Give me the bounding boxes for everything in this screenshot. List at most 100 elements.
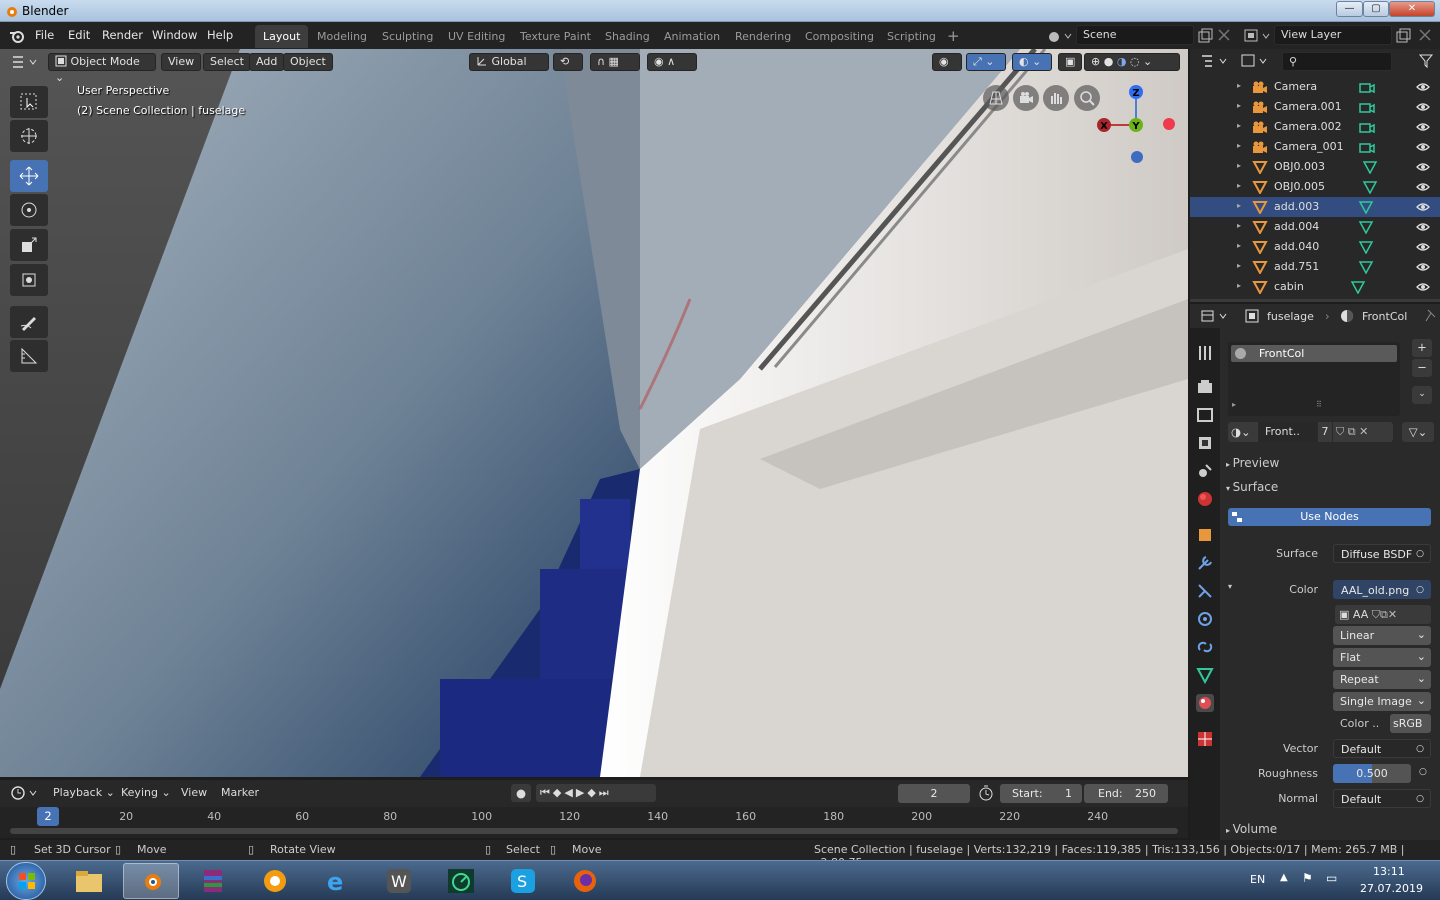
camera-data-icon[interactable] — [1358, 100, 1376, 114]
outliner-row[interactable]: ▸ add.004 — [1190, 217, 1440, 237]
color-image-field[interactable]: AAL_old.png ○ — [1333, 580, 1431, 599]
wireframe-shading-icon[interactable]: ⊕ — [1091, 55, 1100, 68]
new-scene-icon[interactable] — [1197, 28, 1213, 44]
eye-icon[interactable] — [1416, 121, 1430, 133]
expand-arrow-icon[interactable]: ▸ — [1237, 261, 1241, 270]
jump-start-icon[interactable]: ⏮ — [540, 786, 553, 799]
world-tab-icon[interactable] — [1196, 490, 1214, 508]
eye-icon[interactable] — [1416, 261, 1430, 273]
physics-tab-icon[interactable] — [1196, 610, 1214, 628]
language-indicator[interactable]: EN — [1250, 873, 1265, 886]
constraints-tab-icon[interactable] — [1196, 638, 1214, 656]
outliner-row[interactable]: ▸ Camera.001 — [1190, 97, 1440, 117]
menu-render[interactable]: Render — [102, 28, 143, 42]
source-dropdown[interactable]: Single Image ⌄ — [1333, 692, 1431, 711]
view-layer-tab-icon[interactable] — [1196, 434, 1214, 452]
measure-tool[interactable] — [10, 340, 48, 372]
expand-list-icon[interactable]: ▸ — [1232, 400, 1236, 409]
colorspace-dropdown[interactable]: sRGB — [1390, 714, 1431, 733]
menu-view[interactable]: View — [161, 53, 202, 71]
surface-shader-field[interactable]: Diffuse BSDF ○ — [1333, 544, 1431, 563]
current-frame-field[interactable]: 2 — [898, 784, 970, 803]
outliner-row[interactable]: ▸ add.751 — [1190, 257, 1440, 277]
eye-icon[interactable] — [1416, 181, 1430, 193]
outliner-row[interactable]: ▸ add.003 — [1190, 197, 1440, 217]
context-material-name[interactable]: FrontCol — [1362, 310, 1407, 323]
timeline-editor[interactable]: Playback ⌄ Keying ⌄ View Marker ● ⏮◆◀▶◆⏭… — [0, 780, 1188, 838]
mesh-data-icon[interactable] — [1362, 160, 1378, 174]
display-mode-icon[interactable] — [1240, 53, 1270, 69]
menu-marker[interactable]: Marker — [221, 786, 259, 799]
annotate-tool[interactable] — [10, 306, 48, 338]
tab-rendering[interactable]: Rendering — [727, 25, 799, 48]
outliner-search-input[interactable]: ⚲ — [1282, 52, 1392, 71]
menu-timeline-view[interactable]: View — [181, 786, 207, 799]
outliner-row[interactable]: ▸ OBJ0.003 — [1190, 157, 1440, 177]
slot-specials-button[interactable]: ⌄ — [1412, 386, 1432, 404]
tab-modeling[interactable]: Modeling — [309, 25, 375, 48]
menu-window[interactable]: Window — [152, 28, 197, 42]
transform-orientation-dropdown[interactable]: Global — [469, 53, 549, 71]
play-reverse-icon[interactable]: ◀ — [564, 786, 575, 799]
prev-keyframe-icon[interactable]: ◆ — [553, 786, 564, 799]
menu-keying[interactable]: Keying ⌄ — [121, 786, 171, 799]
menu-select[interactable]: Select — [203, 53, 251, 71]
solid-shading-icon[interactable]: ● — [1104, 55, 1114, 68]
mesh-data-icon[interactable] — [1358, 220, 1374, 234]
expand-arrow-icon[interactable]: ▸ — [1237, 141, 1241, 150]
tab-compositing[interactable]: Compositing — [797, 25, 882, 48]
taskbar-ie[interactable]: e — [309, 863, 365, 899]
mesh-data-icon[interactable] — [1358, 240, 1374, 254]
close-button[interactable]: ✕ — [1389, 1, 1435, 17]
mesh-data-icon[interactable] — [1358, 260, 1374, 274]
blender-menu-icon[interactable] — [9, 28, 25, 44]
rotate-tool[interactable] — [10, 194, 48, 226]
menu-edit[interactable]: Edit — [68, 28, 90, 42]
remove-slot-button[interactable]: − — [1412, 359, 1432, 377]
editor-type-icon[interactable] — [10, 53, 40, 71]
scale-tool[interactable] — [10, 229, 48, 261]
menu-file[interactable]: File — [35, 28, 54, 42]
playback-controls[interactable]: ⏮◆◀▶◆⏭ — [536, 784, 656, 802]
outliner-row[interactable]: ▸ cabin — [1190, 277, 1440, 297]
object-tab-icon[interactable] — [1196, 526, 1214, 544]
delete-view-layer-icon[interactable] — [1418, 28, 1432, 42]
transform-tool[interactable] — [10, 264, 48, 296]
eye-icon[interactable] — [1416, 141, 1430, 153]
expand-arrow-icon[interactable]: ▸ — [1237, 121, 1241, 130]
list-resize-handle[interactable]: ⠿ — [1316, 400, 1322, 409]
image-actions-icon[interactable]: ⛉⧉✕ — [1372, 608, 1397, 621]
play-icon[interactable]: ▶ — [576, 786, 587, 799]
expand-arrow-icon[interactable]: ▸ — [1237, 241, 1241, 250]
roughness-slider[interactable]: 0.500 — [1333, 764, 1411, 783]
material-shading-icon[interactable]: ◑ — [1117, 55, 1127, 68]
view-layer-field[interactable]: View Layer — [1274, 25, 1392, 45]
snap-toggle[interactable]: ∩ ▦ — [590, 53, 640, 71]
outliner-row[interactable]: ▸ add.040 — [1190, 237, 1440, 257]
overlay-toggle[interactable]: ◐ ⌄ — [1012, 53, 1052, 71]
eye-icon[interactable] — [1416, 201, 1430, 213]
new-view-layer-icon[interactable] — [1395, 28, 1411, 44]
pan-view-button[interactable] — [1043, 85, 1069, 111]
expand-arrow-icon[interactable]: ▸ — [1237, 161, 1241, 170]
network-icon[interactable]: ⚑ — [1302, 871, 1313, 885]
expand-arrow-icon[interactable]: ▸ — [1237, 81, 1241, 90]
taskbar-w-app[interactable]: W — [371, 863, 427, 899]
cursor-tool[interactable] — [10, 120, 48, 152]
camera-data-icon[interactable] — [1358, 120, 1376, 134]
taskbar-winrar[interactable] — [185, 863, 241, 899]
taskbar-monitor-app[interactable] — [433, 863, 489, 899]
menu-object[interactable]: Object — [283, 53, 333, 71]
duplicate-icon[interactable]: ⧉ — [1348, 425, 1356, 438]
render-tab-icon[interactable] — [1196, 378, 1214, 396]
start-frame-field[interactable]: Start: 1 — [1000, 784, 1082, 803]
expand-arrow-icon[interactable]: ▸ — [1237, 101, 1241, 110]
expand-arrow-icon[interactable]: ▸ — [1237, 281, 1241, 290]
tab-shading[interactable]: Shading — [597, 25, 658, 48]
3d-viewport[interactable]: Object Mode ⌄ View Select Add Object Glo… — [0, 49, 1188, 777]
scene-browse-icon[interactable] — [1047, 28, 1073, 44]
tab-uv-editing[interactable]: UV Editing — [440, 25, 513, 48]
unlink-icon[interactable]: ✕ — [1359, 425, 1368, 438]
taskbar-firefox[interactable] — [557, 863, 613, 899]
eye-icon[interactable] — [1416, 221, 1430, 233]
